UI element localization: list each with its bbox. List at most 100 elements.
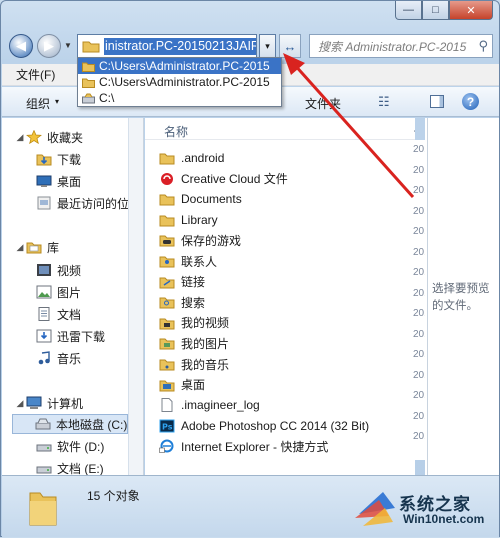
help-icon[interactable]: ? [462,93,479,110]
list-item[interactable]: .android [159,148,224,168]
my-videos-icon [159,318,175,330]
file-name: 我的图片 [181,336,230,351]
search-icon[interactable]: ⚲ [478,38,488,54]
nav-thunder-downloads[interactable]: 迅雷下载 [36,326,105,346]
list-item[interactable]: Library [159,210,218,230]
recent-pages-dropdown[interactable]: ▼ [64,41,72,50]
nav-desktop[interactable]: 桌面 [36,171,81,191]
address-bar[interactable]: inistrator.PC-20150213JAIR [77,34,257,58]
forward-button[interactable]: ▶ [37,34,61,58]
column-header-name[interactable]: 名称 [164,123,188,140]
list-item[interactable]: 链接 [159,272,205,292]
expand-arrow-icon[interactable]: ◢ [14,132,26,143]
picture-library-icon [36,285,52,299]
desktop-folder-icon [159,380,175,392]
saved-games-icon [159,235,175,247]
drive-icon [82,93,95,103]
library-icon [26,242,42,254]
file-icon [161,398,173,413]
address-dropdown-button[interactable]: ▾ [259,34,276,58]
file-name: Internet Explorer - 快捷方式 [181,439,329,454]
nav-music[interactable]: 音乐 [36,348,81,368]
list-item[interactable]: Creative Cloud 文件 [159,169,288,189]
searches-icon [159,297,175,309]
file-name: 保存的游戏 [181,233,242,248]
nav-libraries[interactable]: ◢ 库 [14,237,59,257]
nav-pictures[interactable]: 图片 [36,282,81,302]
folder-icon [29,492,57,526]
nav-favorites[interactable]: ◢ 收藏夹 [14,127,83,147]
folder-icon [159,215,175,227]
chevron-down-icon: ▾ [55,97,60,106]
new-folder-button[interactable]: 文件夹 [305,95,341,112]
expand-arrow-icon[interactable]: ◢ [14,242,26,253]
list-item[interactable]: 联系人 [159,251,217,271]
links-icon [159,277,175,289]
list-item[interactable]: 我的音乐 [159,354,229,374]
nav-drive-d[interactable]: 软件 (D:) [36,436,104,456]
address-text[interactable]: inistrator.PC-20150213JAIR [104,37,256,55]
file-name: 链接 [181,275,206,290]
music-library-icon [38,351,50,365]
nav-drive-e[interactable]: 文档 (E:) [36,458,104,475]
pane-splitter[interactable] [129,118,144,475]
refresh-button[interactable]: ↔ [279,34,301,58]
list-item[interactable]: 桌面 [159,375,205,395]
star-icon [26,130,42,144]
folder-icon [159,194,175,206]
view-options-icon[interactable]: ☷ [378,94,390,110]
file-name: 我的音乐 [181,357,230,372]
address-history-item[interactable]: C:\Users\Administrator.PC-2015 [78,74,281,90]
video-library-icon [37,264,51,276]
folder-icon [82,62,95,72]
file-list: 名称 修 .android Creative Cloud 文件 Documents L… [145,118,415,475]
watermark-subtitle: Win10net.com [403,512,485,526]
list-item[interactable]: .imagineer_log [159,395,260,415]
nav-local-disk-c[interactable]: 本地磁盘 (C:) [12,414,128,434]
preview-message: 选择要预览 的文件。 [432,283,490,312]
nav-documents[interactable]: 文档 [36,304,81,324]
list-item[interactable]: Internet Explorer - 快捷方式 [159,436,328,456]
search-placeholder: 搜索 Administrator.PC-2015 [318,39,467,54]
list-item[interactable]: Documents [159,189,242,209]
caption-buttons: — □ ✕ [395,1,493,20]
download-folder-icon [36,154,52,166]
file-name: .android [181,151,225,165]
preview-pane-icon[interactable] [430,95,444,108]
desktop-icon [36,175,52,187]
ie-shortcut-icon [159,439,174,454]
file-name: Creative Cloud 文件 [181,172,288,187]
list-item[interactable]: Ps Adobe Photoshop CC 2014 (32 Bit) [159,416,369,436]
navigation-pane: ◢ 收藏夹 下载 桌面 最近访问的位 ◢ 库 视频 图片 文档 迅雷下载 音乐 … [2,118,129,475]
my-pictures-icon [159,338,175,350]
folder-icon [82,78,95,88]
list-item[interactable]: 我的图片 [159,333,229,353]
nav-videos[interactable]: 视频 [36,260,81,280]
back-button[interactable]: ◀ [9,34,33,58]
svg-text:Ps: Ps [162,422,173,431]
minimize-button[interactable]: — [395,1,422,20]
expand-arrow-icon[interactable]: ◢ [14,398,26,409]
document-library-icon [38,307,50,321]
maximize-button[interactable]: □ [422,1,449,20]
address-history-item[interactable]: C:\ [78,90,281,106]
menu-file[interactable]: 文件(F) [2,66,63,83]
local-disk-icon [35,418,51,430]
address-history-item[interactable]: C:\Users\Administrator.PC-2015 [78,58,281,74]
file-name: Documents [181,192,242,207]
column-header-date[interactable]: 修 [414,123,415,140]
photoshop-icon: Ps [159,419,175,433]
nav-recent-places[interactable]: 最近访问的位 [36,193,128,213]
organize-button[interactable]: 组织 [26,95,50,112]
drive-icon [36,466,52,474]
list-item[interactable]: 搜索 [159,292,205,312]
close-button[interactable]: ✕ [449,1,493,20]
list-item[interactable]: 我的视频 [159,313,229,333]
column-header-row: 名称 修 [145,118,415,140]
nav-downloads[interactable]: 下载 [36,149,81,169]
search-input[interactable]: 搜索 Administrator.PC-2015 ⚲ [309,34,493,58]
nav-computer[interactable]: ◢ 计算机 [14,393,83,413]
file-name: .imagineer_log [181,398,260,413]
list-item[interactable]: 保存的游戏 [159,230,241,250]
computer-icon [26,396,42,409]
